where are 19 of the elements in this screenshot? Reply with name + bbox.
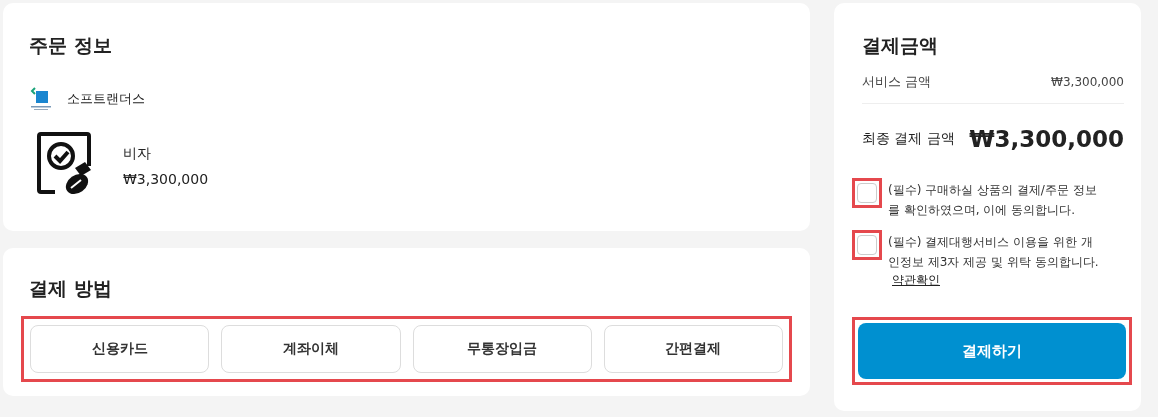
- payment-method-button[interactable]: 계좌이체: [221, 325, 401, 373]
- payment-method-button[interactable]: 신용카드: [30, 325, 210, 373]
- terms-link[interactable]: 약관확인: [892, 272, 940, 289]
- product-price: ₩3,300,000: [123, 171, 209, 187]
- product-name: 비자: [123, 145, 152, 163]
- agreement-text: (필수) 구매하실 상품의 결제/주문 정보를 확인하였으며, 이에 동의합니다.: [888, 182, 1098, 219]
- payment-method-button[interactable]: 간편결제: [603, 325, 783, 373]
- payment-method-button[interactable]: 무통장입금: [412, 325, 592, 373]
- section-title: 주문 정보: [29, 33, 113, 58]
- final-amount-label: 최종 결제 금액: [862, 130, 955, 148]
- service-amount: ₩3,300,000: [1051, 75, 1124, 89]
- final-amount: ₩3,300,000: [969, 126, 1124, 152]
- agreement-text: (필수) 결제대행서비스 이용을 위한 개인정보 제3자 제공 및 위탁 동의합니다.: [888, 234, 1100, 271]
- service-amount-label: 서비스 금액: [862, 73, 932, 91]
- seller-name: 소프트랜더스: [67, 90, 145, 108]
- logo-icon: [29, 86, 53, 112]
- section-title: 결제금액: [861, 33, 939, 58]
- section-title: 결제 방법: [28, 276, 113, 301]
- pay-button[interactable]: 결제하기: [858, 323, 1126, 379]
